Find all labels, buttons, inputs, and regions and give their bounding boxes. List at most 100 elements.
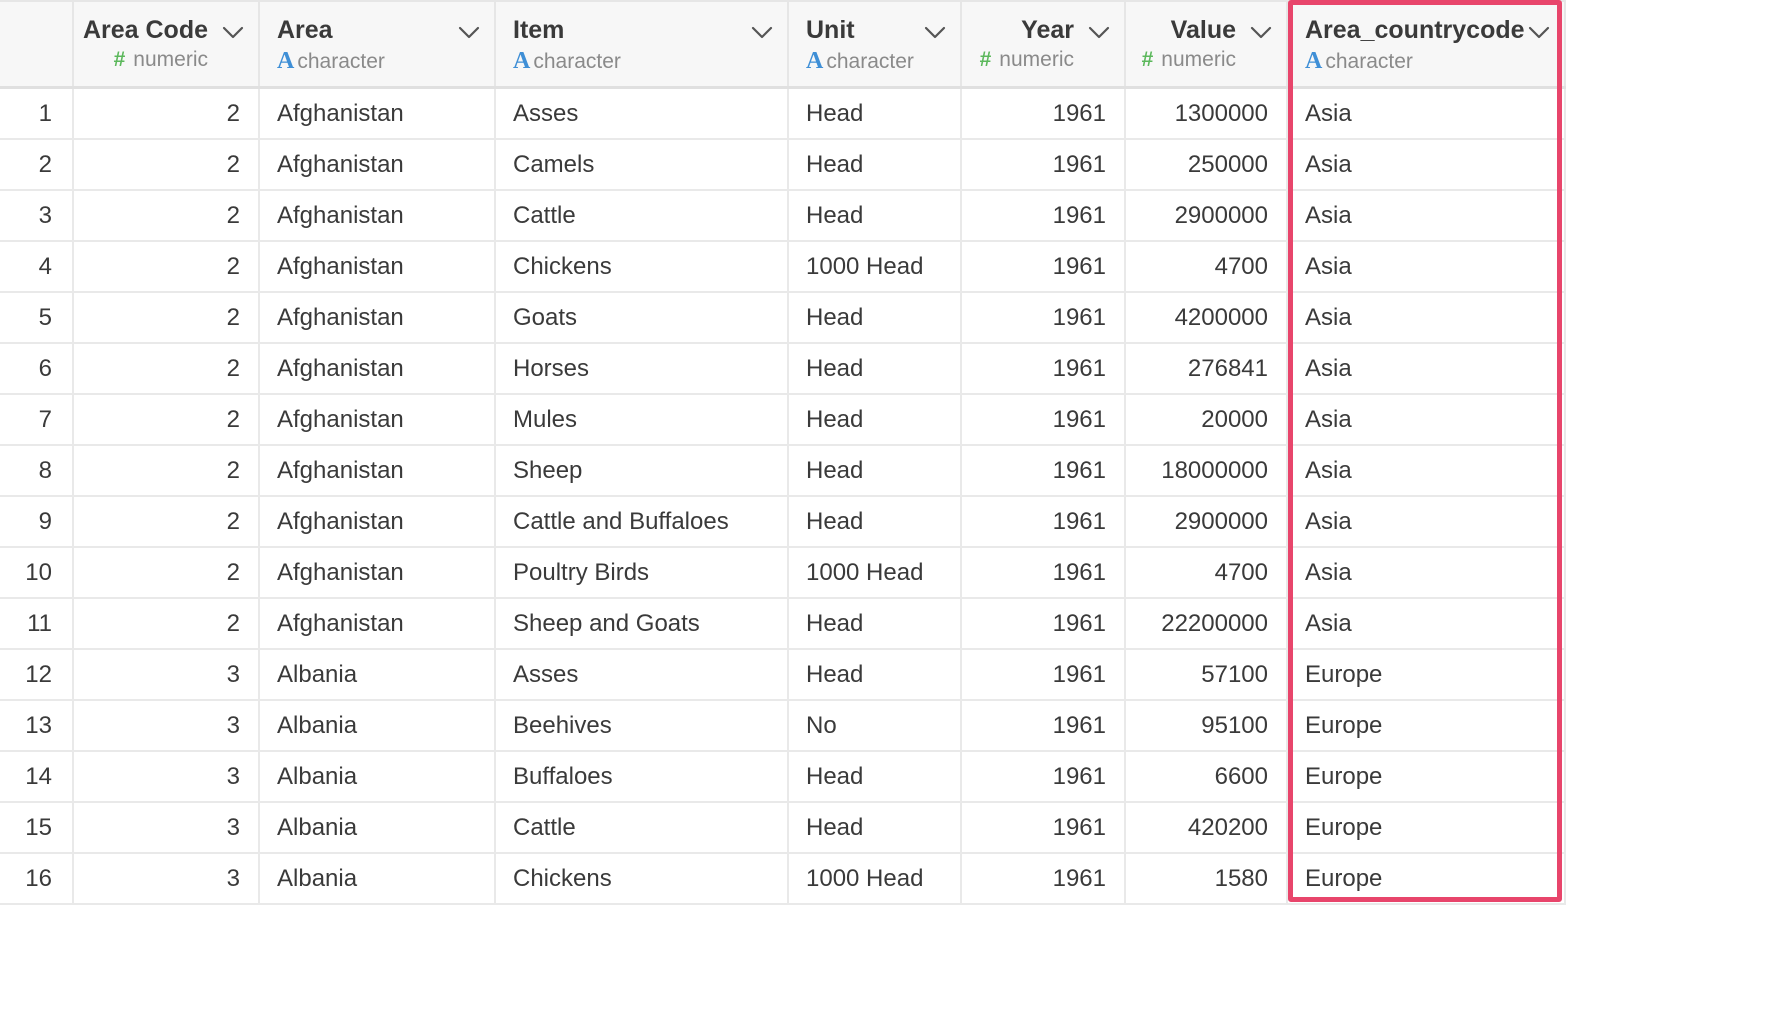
cell-item[interactable]: Buffaloes: [496, 752, 789, 801]
table-row[interactable]: 8 2 Afghanistan Sheep Head 1961 18000000 Asia: [0, 446, 1566, 497]
cell-unit[interactable]: 1000 Head: [789, 548, 962, 597]
cell-area-code[interactable]: 2: [74, 548, 260, 597]
column-header-year[interactable]: Year # numeric: [962, 0, 1126, 86]
cell-area[interactable]: Afghanistan: [260, 293, 496, 342]
column-header-item[interactable]: Item Acharacter: [496, 0, 789, 86]
cell-value[interactable]: 18000000: [1126, 446, 1288, 495]
cell-unit[interactable]: Head: [789, 344, 962, 393]
cell-item[interactable]: Poultry Birds: [496, 548, 789, 597]
cell-area-countrycode[interactable]: Asia: [1288, 395, 1566, 444]
cell-value[interactable]: 2900000: [1126, 497, 1288, 546]
table-row[interactable]: 10 2 Afghanistan Poultry Birds 1000 Head 1961…: [0, 548, 1566, 599]
cell-unit[interactable]: 1000 Head: [789, 242, 962, 291]
cell-area-countrycode[interactable]: Europe: [1288, 854, 1566, 903]
table-row[interactable]: 4 2 Afghanistan Chickens 1000 Head 1961 4700 As…: [0, 242, 1566, 293]
cell-value[interactable]: 4200000: [1126, 293, 1288, 342]
cell-item[interactable]: Camels: [496, 140, 789, 189]
chevron-down-icon[interactable]: [924, 26, 946, 40]
cell-item[interactable]: Asses: [496, 89, 789, 138]
cell-year[interactable]: 1961: [962, 395, 1126, 444]
table-row[interactable]: 12 3 Albania Asses Head 1961 57100 Europe: [0, 650, 1566, 701]
cell-value[interactable]: 6600: [1126, 752, 1288, 801]
cell-year[interactable]: 1961: [962, 701, 1126, 750]
cell-value[interactable]: 420200: [1126, 803, 1288, 852]
chevron-down-icon[interactable]: [1250, 26, 1272, 40]
column-header-area-countrycode[interactable]: Area_countrycode Acharacter: [1288, 0, 1566, 86]
cell-value[interactable]: 95100: [1126, 701, 1288, 750]
cell-item[interactable]: Cattle: [496, 803, 789, 852]
table-row[interactable]: 11 2 Afghanistan Sheep and Goats Head 1961 222…: [0, 599, 1566, 650]
cell-year[interactable]: 1961: [962, 89, 1126, 138]
cell-value[interactable]: 57100: [1126, 650, 1288, 699]
cell-unit[interactable]: Head: [789, 293, 962, 342]
cell-year[interactable]: 1961: [962, 293, 1126, 342]
cell-area-code[interactable]: 2: [74, 395, 260, 444]
cell-unit[interactable]: Head: [789, 446, 962, 495]
cell-area-code[interactable]: 2: [74, 242, 260, 291]
chevron-down-icon[interactable]: [1088, 26, 1110, 40]
chevron-down-icon[interactable]: [751, 26, 773, 40]
table-row[interactable]: 7 2 Afghanistan Mules Head 1961 20000 Asia: [0, 395, 1566, 446]
cell-value[interactable]: 4700: [1126, 548, 1288, 597]
cell-value[interactable]: 250000: [1126, 140, 1288, 189]
cell-area-code[interactable]: 3: [74, 650, 260, 699]
cell-area[interactable]: Afghanistan: [260, 395, 496, 444]
cell-unit[interactable]: Head: [789, 599, 962, 648]
cell-area-countrycode[interactable]: Asia: [1288, 293, 1566, 342]
cell-unit[interactable]: Head: [789, 650, 962, 699]
cell-value[interactable]: 276841: [1126, 344, 1288, 393]
cell-area[interactable]: Afghanistan: [260, 344, 496, 393]
cell-value[interactable]: 2900000: [1126, 191, 1288, 240]
cell-area-countrycode[interactable]: Asia: [1288, 497, 1566, 546]
cell-area-code[interactable]: 3: [74, 803, 260, 852]
column-header-area-code[interactable]: Area Code # numeric: [74, 0, 260, 86]
cell-area-countrycode[interactable]: Asia: [1288, 191, 1566, 240]
table-row[interactable]: 13 3 Albania Beehives No 1961 95100 Europe: [0, 701, 1566, 752]
cell-item[interactable]: Goats: [496, 293, 789, 342]
cell-item[interactable]: Sheep and Goats: [496, 599, 789, 648]
cell-unit[interactable]: Head: [789, 803, 962, 852]
cell-area-code[interactable]: 3: [74, 701, 260, 750]
chevron-down-icon[interactable]: [222, 26, 244, 40]
cell-year[interactable]: 1961: [962, 497, 1126, 546]
cell-area-countrycode[interactable]: Europe: [1288, 701, 1566, 750]
cell-area-countrycode[interactable]: Europe: [1288, 650, 1566, 699]
cell-area[interactable]: Afghanistan: [260, 140, 496, 189]
cell-area-countrycode[interactable]: Europe: [1288, 803, 1566, 852]
cell-item[interactable]: Cattle: [496, 191, 789, 240]
cell-year[interactable]: 1961: [962, 854, 1126, 903]
cell-area-code[interactable]: 2: [74, 89, 260, 138]
cell-unit[interactable]: Head: [789, 497, 962, 546]
cell-item[interactable]: Beehives: [496, 701, 789, 750]
column-header-unit[interactable]: Unit Acharacter: [789, 0, 962, 86]
cell-area-code[interactable]: 2: [74, 497, 260, 546]
cell-area[interactable]: Afghanistan: [260, 191, 496, 240]
cell-area[interactable]: Albania: [260, 803, 496, 852]
cell-unit[interactable]: Head: [789, 752, 962, 801]
table-row[interactable]: 9 2 Afghanistan Cattle and Buffaloes Head 196…: [0, 497, 1566, 548]
cell-item[interactable]: Chickens: [496, 854, 789, 903]
chevron-down-icon[interactable]: [1528, 26, 1550, 40]
cell-area[interactable]: Afghanistan: [260, 242, 496, 291]
cell-year[interactable]: 1961: [962, 140, 1126, 189]
cell-year[interactable]: 1961: [962, 752, 1126, 801]
cell-unit[interactable]: Head: [789, 89, 962, 138]
cell-area[interactable]: Albania: [260, 752, 496, 801]
cell-area-countrycode[interactable]: Asia: [1288, 89, 1566, 138]
cell-area[interactable]: Afghanistan: [260, 446, 496, 495]
cell-area[interactable]: Afghanistan: [260, 497, 496, 546]
cell-item[interactable]: Sheep: [496, 446, 789, 495]
cell-area[interactable]: Albania: [260, 854, 496, 903]
cell-area[interactable]: Afghanistan: [260, 89, 496, 138]
cell-item[interactable]: Asses: [496, 650, 789, 699]
cell-value[interactable]: 4700: [1126, 242, 1288, 291]
cell-year[interactable]: 1961: [962, 803, 1126, 852]
chevron-down-icon[interactable]: [458, 26, 480, 40]
cell-area-code[interactable]: 2: [74, 599, 260, 648]
cell-year[interactable]: 1961: [962, 242, 1126, 291]
cell-unit[interactable]: No: [789, 701, 962, 750]
cell-area[interactable]: Afghanistan: [260, 548, 496, 597]
cell-area-countrycode[interactable]: Europe: [1288, 752, 1566, 801]
cell-item[interactable]: Horses: [496, 344, 789, 393]
table-row[interactable]: 15 3 Albania Cattle Head 1961 420200 Europe: [0, 803, 1566, 854]
